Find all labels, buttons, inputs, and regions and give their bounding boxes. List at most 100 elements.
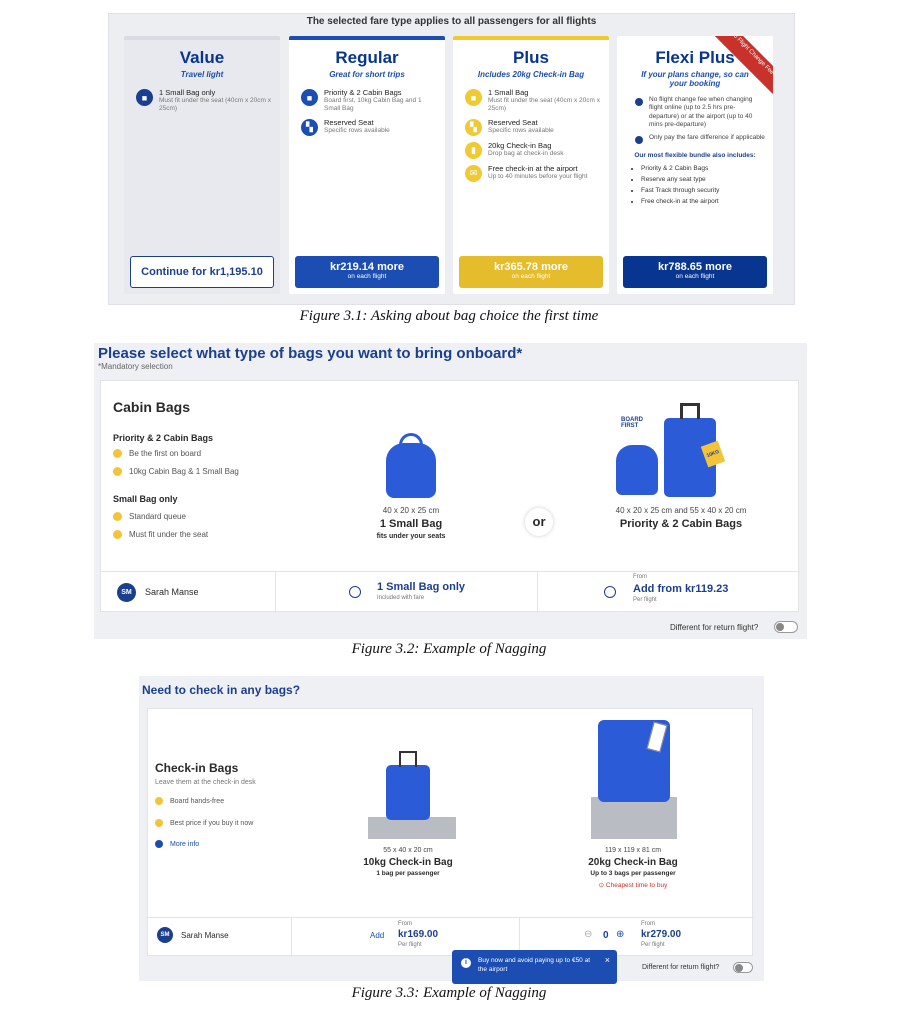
return-flight-toggle[interactable] xyxy=(774,621,798,633)
radio-small-bag[interactable] xyxy=(349,586,361,598)
bag-note: Up to 3 bags per passenger xyxy=(590,870,676,877)
fare-name: Regular xyxy=(335,48,399,67)
return-flight-label: Different for return flight? xyxy=(642,964,720,971)
group-heading: Small Bag only xyxy=(113,494,178,504)
list-item: Standard queue xyxy=(113,512,186,521)
page-title: Please select what type of bags you want… xyxy=(98,345,523,362)
bag-name: 20kg Check-in Bag xyxy=(588,857,678,868)
board-first-badge: BOARD FIRST xyxy=(621,417,643,429)
bundle-item: Fast Track through security xyxy=(641,185,773,196)
bag-dimensions: 40 x 20 x 25 cm and 55 x 40 x 20 cm xyxy=(615,506,747,515)
bullet-icon xyxy=(113,467,122,476)
small-bag-icon: ■ xyxy=(136,89,153,106)
bundle-title: Our most flexible bundle also includes: xyxy=(634,151,756,159)
fare-feature: ▚ Reserved Seat Specific rows available xyxy=(465,118,601,137)
avatar: SM xyxy=(117,583,136,602)
bundle-item: Reserve any seat type xyxy=(641,174,773,185)
group-heading: Priority & 2 Cabin Bags xyxy=(113,433,214,443)
cheapest-alert: ⊙ Cheapest time to buy xyxy=(598,882,668,889)
fare-name: Value xyxy=(179,48,225,67)
or-divider: or xyxy=(525,508,553,536)
section-subheading: Leave them at the check-in desk xyxy=(155,779,256,786)
from-label: From xyxy=(398,921,412,927)
bullet-icon xyxy=(113,530,122,539)
page-title: Need to check in any bags? xyxy=(142,683,301,697)
fare-feature: ■ 1 Small Bag Must fit under the seat (40… xyxy=(465,88,601,113)
fare-card-flexi-plus[interactable]: No Flight Change Fee Flexi Plus If your … xyxy=(617,36,773,294)
price-20kg: kr279.00 xyxy=(641,929,682,940)
info-icon: i xyxy=(461,958,471,968)
from-label: From xyxy=(641,921,655,927)
select-regular-button[interactable]: kr219.14 more on each flight xyxy=(295,256,439,288)
list-item: Best price if you buy it now xyxy=(155,819,253,827)
increment-icon[interactable]: ⊕ xyxy=(616,929,624,940)
bullet-icon xyxy=(113,449,122,458)
avatar: SM xyxy=(157,927,173,943)
checkin-bags-screenshot: Need to check in any bags? Check-in Bags… xyxy=(139,676,764,984)
bag-dimensions: 119 x 119 x 81 cm xyxy=(604,847,662,854)
list-item: Be the first on board xyxy=(113,449,201,458)
choice-sub: Included with fare xyxy=(377,595,425,601)
more-info-link[interactable]: More info xyxy=(155,840,199,848)
list-item: Board hands-free xyxy=(155,797,224,805)
check-icon xyxy=(635,98,643,106)
quantity-value: 0 xyxy=(603,930,609,941)
select-plus-button[interactable]: kr365.78 more on each flight xyxy=(459,256,603,288)
mandatory-note: *Mandatory selection xyxy=(98,362,173,371)
section-heading: Check-in Bags xyxy=(155,761,239,775)
option-name: 1 Small Bag xyxy=(379,518,443,530)
fare-feature: ■ 1 Small Bag only Must fit under the sea… xyxy=(136,88,272,113)
savings-toast: i Buy now and avoid paying up to €50 at … xyxy=(452,950,617,984)
checkin-bags-card: Check-in Bags Leave them at the check-in… xyxy=(147,708,754,957)
bag-name: 10kg Check-in Bag xyxy=(363,857,453,868)
price-sub: Per flight xyxy=(641,942,665,948)
from-label: From xyxy=(633,574,647,580)
fare-tagline: Includes 20kg Check-in Bag xyxy=(477,70,585,79)
fare-feature: ✉ Free check-in at the airport Up to 40 m… xyxy=(465,164,601,183)
flexi-check: Only pay the fare difference if applicab… xyxy=(635,134,765,144)
section-heading: Cabin Bags xyxy=(113,399,191,415)
small-bag-icon: ■ xyxy=(465,89,482,106)
bundle-item: Free check-in at the airport xyxy=(641,196,773,207)
bullet-icon xyxy=(155,819,163,827)
figure-caption-1: Figure 3.1: Asking about bag choice the … xyxy=(299,308,599,324)
fare-selector-screenshot: The selected fare type applies to all pa… xyxy=(108,13,795,305)
fare-feature: ■ Priority & 2 Cabin Bags Board first, 10… xyxy=(301,88,437,113)
price-sub: Per flight xyxy=(398,942,422,948)
choice-sub: Per flight xyxy=(633,597,657,603)
bag-note: 1 bag per passenger xyxy=(376,870,440,877)
option-note: fits under your seats xyxy=(376,533,446,540)
fare-name: Plus xyxy=(513,48,549,67)
list-item: Must fit under the seat xyxy=(113,530,208,539)
return-flight-toggle[interactable] xyxy=(733,962,753,973)
seat-icon: ▚ xyxy=(301,119,318,137)
choice-small-bag[interactable]: 1 Small Bag only xyxy=(377,581,465,593)
fare-card-regular[interactable]: Regular Great for short trips ■ Priority… xyxy=(289,36,445,294)
bullet-icon xyxy=(113,512,122,521)
radio-priority[interactable] xyxy=(604,586,616,598)
fare-tagline: If your plans change, so can your bookin… xyxy=(641,70,749,88)
price-10kg: kr169.00 xyxy=(398,929,439,940)
checkin-bag-icon: ▮ xyxy=(465,142,482,160)
fare-feature: ▮ 20kg Check-in Bag Drop bag at check-in … xyxy=(465,141,601,160)
select-flexi-plus-button[interactable]: kr788.65 more on each flight xyxy=(623,256,767,288)
close-icon[interactable]: × xyxy=(605,954,610,967)
figure-caption-3: Figure 3.3: Example of Nagging xyxy=(351,985,547,1001)
passenger-name: Sarah Manse xyxy=(181,931,229,940)
fare-card-value[interactable]: Value Travel light ■ 1 Small Bag only Mus… xyxy=(124,36,280,294)
seat-icon: ▚ xyxy=(465,119,482,137)
cabin-bags-icon: ■ xyxy=(301,89,318,106)
fare-tagline: Travel light xyxy=(180,70,224,79)
list-item: 10kg Cabin Bag & 1 Small Bag xyxy=(113,467,239,476)
flexi-check: No flight change fee when changing fligh… xyxy=(635,96,765,130)
decrement-icon[interactable]: ⊖ xyxy=(584,929,592,940)
option-name: Priority & 2 Cabin Bags xyxy=(619,518,743,530)
choice-priority[interactable]: Add from kr119.23 xyxy=(633,583,728,595)
add-10kg-button[interactable]: Add xyxy=(370,931,384,940)
return-flight-label: Different for return flight? xyxy=(670,623,759,632)
cabin-bags-card: Cabin Bags Priority & 2 Cabin Bags Be th… xyxy=(100,380,800,613)
alert-icon: ⊙ xyxy=(598,882,606,889)
continue-value-button[interactable]: Continue for kr1,195.10 xyxy=(130,256,274,288)
info-icon xyxy=(155,840,163,848)
fare-card-plus[interactable]: Plus Includes 20kg Check-in Bag ■ 1 Smal… xyxy=(453,36,609,294)
